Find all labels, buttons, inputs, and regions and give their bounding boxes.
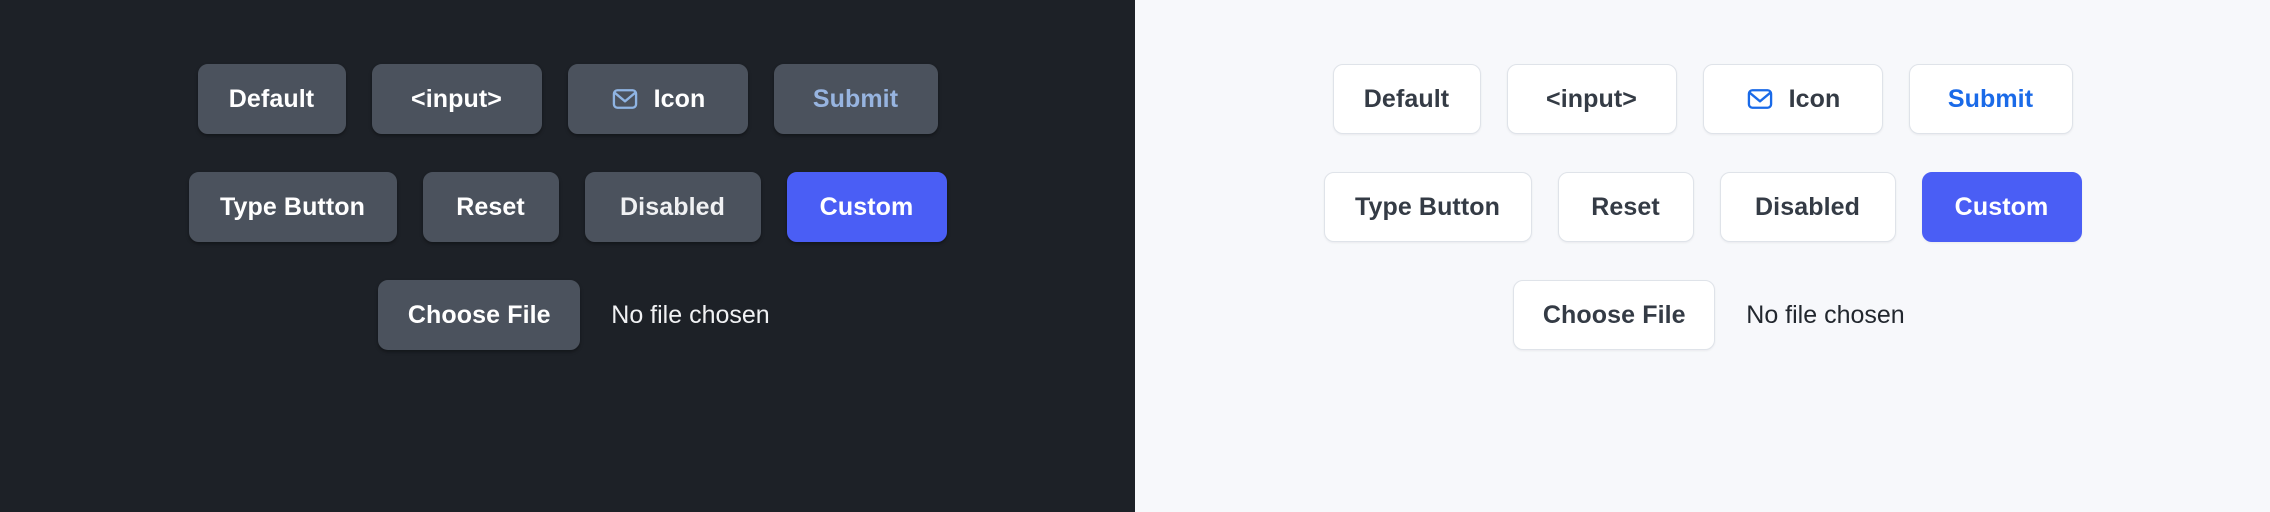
light-submit-button-label: Submit xyxy=(1947,84,2034,113)
dark-reset-button[interactable]: Reset xyxy=(422,172,559,242)
dark-submit-button[interactable]: Submit xyxy=(773,64,938,134)
light-button-row-2: Type Button Reset Disabled Custom xyxy=(1311,160,2095,254)
dark-button-row-2: Type Button Reset Disabled Custom xyxy=(176,160,960,254)
light-custom-button-label: Custom xyxy=(1954,192,2049,221)
dark-input-button[interactable]: <input> xyxy=(371,64,542,134)
dark-type-button-label: Type Button xyxy=(219,192,366,221)
dark-choose-file-button[interactable]: Choose File xyxy=(378,280,581,350)
dark-button-row-1: Default <input> Icon Submit xyxy=(185,52,951,146)
light-icon-button[interactable]: Icon xyxy=(1702,64,1883,134)
dark-file-input[interactable]: Choose File No file chosen xyxy=(365,280,770,350)
light-file-input-row: Choose File No file chosen xyxy=(1500,268,1905,362)
light-reset-button[interactable]: Reset xyxy=(1557,172,1694,242)
dark-custom-button[interactable]: Custom xyxy=(786,172,947,242)
light-type-button-label: Type Button xyxy=(1354,192,1501,221)
dark-icon-button[interactable]: Icon xyxy=(567,64,748,134)
light-choose-file-button[interactable]: Choose File xyxy=(1513,280,1716,350)
dark-theme-panel: Default <input> Icon Submit Type Button … xyxy=(0,0,1135,512)
dark-icon-button-label: Icon xyxy=(653,84,706,113)
dark-choose-file-label: Choose File xyxy=(407,300,551,329)
light-default-button[interactable]: Default xyxy=(1332,64,1481,134)
dark-disabled-button-label: Disabled xyxy=(620,192,725,221)
light-default-button-label: Default xyxy=(1363,84,1450,113)
dark-default-button-label: Default xyxy=(228,84,315,113)
light-custom-button[interactable]: Custom xyxy=(1921,172,2082,242)
dark-reset-button-label: Reset xyxy=(456,192,525,221)
light-file-input[interactable]: Choose File No file chosen xyxy=(1500,280,1905,350)
dark-default-button[interactable]: Default xyxy=(197,64,346,134)
light-file-status-text: No file chosen xyxy=(1746,300,1905,329)
light-disabled-button: Disabled xyxy=(1719,172,1896,242)
light-choose-file-label: Choose File xyxy=(1542,300,1686,329)
light-input-button[interactable]: <input> xyxy=(1506,64,1677,134)
envelope-icon xyxy=(1745,84,1775,114)
dark-file-input-row: Choose File No file chosen xyxy=(365,268,770,362)
dark-disabled-button: Disabled xyxy=(584,172,761,242)
dark-custom-button-label: Custom xyxy=(819,192,914,221)
dark-type-button[interactable]: Type Button xyxy=(188,172,397,242)
light-submit-button[interactable]: Submit xyxy=(1908,64,2073,134)
light-input-button-label: <input> xyxy=(1546,84,1637,113)
light-button-row-1: Default <input> Icon Submit xyxy=(1320,52,2086,146)
light-type-button[interactable]: Type Button xyxy=(1323,172,1532,242)
light-theme-panel: Default <input> Icon Submit Type Button … xyxy=(1135,0,2270,512)
dark-submit-button-label: Submit xyxy=(812,84,899,113)
dark-file-status-text: No file chosen xyxy=(611,300,770,329)
envelope-icon xyxy=(610,84,640,114)
light-reset-button-label: Reset xyxy=(1591,192,1660,221)
light-disabled-button-label: Disabled xyxy=(1755,192,1860,221)
light-icon-button-label: Icon xyxy=(1788,84,1841,113)
button-showcase: Default <input> Icon Submit Type Button … xyxy=(0,0,2270,512)
dark-input-button-label: <input> xyxy=(411,84,502,113)
